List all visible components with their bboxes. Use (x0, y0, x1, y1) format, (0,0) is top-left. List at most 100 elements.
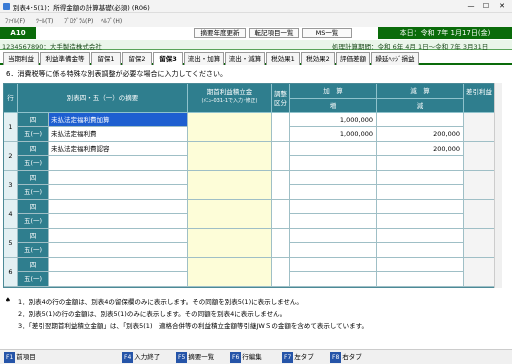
note-3: 3．「差引翌期首利益積立金額」は、「別表5(1) 適格合併等の利益積立金額等引継… (18, 322, 368, 330)
row-sub-amount[interactable] (377, 185, 464, 200)
row-desc-input[interactable]: 未払法定福利費加算 (49, 113, 188, 127)
row-sub-amount[interactable] (377, 113, 464, 127)
tab-current-profit[interactable]: 当期利益 (3, 52, 39, 65)
row-balance (464, 200, 495, 229)
row-add-amount[interactable] (290, 214, 377, 229)
row-balance (464, 229, 495, 258)
menu-help[interactable]: ﾍﾙﾌﾟ(H) (101, 16, 122, 25)
row-desc-input[interactable] (49, 185, 188, 200)
function-key-bar: F1 前項目 F4 入力終了 F5 摘要一覧 F6 行編集 F7 左タブ F8 右タブ (0, 349, 512, 364)
row-add-amount[interactable] (290, 171, 377, 185)
menu-file[interactable]: ﾌｧｲﾙ(F) (5, 16, 25, 25)
header-add-sub: 増 (290, 99, 377, 113)
row-sub-amount[interactable]: 200,000 (377, 127, 464, 142)
vertical-scrollbar[interactable] (494, 83, 502, 288)
row-add-amount[interactable] (290, 142, 377, 156)
row-adjust-class[interactable] (272, 113, 290, 142)
notes-area: ♠ 1．別表4の行の金額は、別表4の留保欄のみに表示します。その同額を別表5(1… (0, 292, 512, 341)
header-adjust: 調整区分 (272, 84, 290, 113)
row-desc-input[interactable] (49, 258, 188, 272)
row-desc-input[interactable] (49, 214, 188, 229)
row-adjust-class[interactable] (272, 258, 290, 287)
title-bar: 別表4･5(1)：所得金額の計算基礎(必須) (R06) — ☐ ✕ (0, 0, 512, 13)
row-add-amount[interactable]: 1,000,000 (290, 113, 377, 127)
row-type-4: 四 (18, 142, 49, 156)
row-early-balance[interactable] (188, 171, 272, 200)
row-early-balance[interactable] (188, 113, 272, 142)
row-add-amount[interactable] (290, 156, 377, 171)
row-desc-input[interactable]: 未払法定福利費 (49, 127, 188, 142)
maximize-button[interactable]: ☐ (479, 1, 493, 12)
row-sub-amount[interactable] (377, 200, 464, 214)
row-type-4: 四 (18, 229, 49, 243)
tab-outflow-add[interactable]: 流出・加算 (184, 52, 224, 65)
row-number: 5 (4, 229, 18, 258)
tab-tax-effect-2[interactable]: 税効果2 (301, 52, 335, 65)
row-sub-amount[interactable] (377, 258, 464, 272)
window-title: 別表4･5(1)：所得金額の計算基礎(必須) (R06) (13, 4, 150, 12)
row-desc-input[interactable] (49, 229, 188, 243)
tab-outflow-sub[interactable]: 流出・減算 (225, 52, 265, 65)
row-number: 6 (4, 258, 18, 287)
menu-tools[interactable]: ﾂｰﾙ(T) (36, 16, 53, 25)
minimize-button[interactable]: — (464, 1, 478, 12)
row-add-amount[interactable]: 1,000,000 (290, 127, 377, 142)
row-add-amount[interactable] (290, 200, 377, 214)
row-sub-amount[interactable] (377, 229, 464, 243)
row-early-balance[interactable] (188, 229, 272, 258)
row-adjust-class[interactable] (272, 171, 290, 200)
row-add-amount[interactable] (290, 258, 377, 272)
f1-prev-item-button[interactable]: F1 前項目 (4, 352, 36, 363)
row-sub-amount[interactable] (377, 171, 464, 185)
row-sub-amount[interactable]: 200,000 (377, 142, 464, 156)
tab-retained-2[interactable]: 留保2 (122, 52, 152, 65)
note-2: 2．別表5(1)の行の金額は、別表5(1)のみに表示します。その同額を別表4に表… (18, 310, 287, 318)
row-balance (464, 258, 495, 287)
row-adjust-class[interactable] (272, 200, 290, 229)
tab-tax-effect-1[interactable]: 税効果1 (266, 52, 300, 65)
tab-retained-3[interactable]: 留保3 (153, 52, 183, 65)
program-code: A10 (0, 27, 36, 39)
row-type-4: 四 (18, 171, 49, 185)
row-number: 2 (4, 142, 18, 171)
app-icon (3, 3, 10, 10)
tab-valuation-diff[interactable]: 評価差額 (336, 52, 370, 65)
condition-text: 6．消費税等に係る特殊な別表調整が必要な場合に入力してください。 (6, 70, 228, 78)
row-type-4: 四 (18, 200, 49, 214)
row-sub-amount[interactable] (377, 156, 464, 171)
row-add-amount[interactable] (290, 185, 377, 200)
f4-finish-button[interactable]: F4 入力終了 (122, 352, 160, 363)
f6-row-edit-button[interactable]: F6 行編集 (230, 352, 262, 363)
tab-legal-reserve[interactable]: 利益準備金等 (40, 52, 90, 65)
row-sub-amount[interactable] (377, 272, 464, 287)
f7-left-tab-button[interactable]: F7 左タブ (282, 352, 314, 363)
company-name: 1234567890：大手製造株式会社 (2, 43, 102, 51)
update-year-button[interactable]: 摘要年度更新 (194, 28, 246, 38)
row-desc-input[interactable] (49, 272, 188, 287)
f5-summary-list-button[interactable]: F5 摘要一覧 (176, 352, 214, 363)
tab-retained-1[interactable]: 留保1 (91, 52, 121, 65)
row-early-balance[interactable] (188, 258, 272, 287)
row-adjust-class[interactable] (272, 142, 290, 171)
close-button[interactable]: ✕ (495, 1, 509, 12)
row-type-5: 五(一) (18, 272, 49, 287)
row-desc-input[interactable] (49, 156, 188, 171)
row-number: 1 (4, 113, 18, 142)
f8-right-tab-button[interactable]: F8 右タブ (330, 352, 362, 363)
row-desc-input[interactable] (49, 200, 188, 214)
row-desc-input[interactable] (49, 171, 188, 185)
row-add-amount[interactable] (290, 229, 377, 243)
row-early-balance[interactable] (188, 142, 272, 171)
tab-deferred-hedge[interactable]: 繰延ﾍｯｼﾞ損益 (371, 52, 419, 65)
row-desc-input[interactable] (49, 243, 188, 258)
row-sub-amount[interactable] (377, 214, 464, 229)
row-sub-amount[interactable] (377, 243, 464, 258)
menu-program[interactable]: ﾌﾟﾛｸﾞﾗﾑ(P) (64, 16, 93, 25)
ms-list-button[interactable]: MS一覧 (302, 28, 352, 38)
row-desc-input[interactable]: 未払法定福利費認容 (49, 142, 188, 156)
row-add-amount[interactable] (290, 272, 377, 287)
row-adjust-class[interactable] (272, 229, 290, 258)
transfer-list-button[interactable]: 転記項目一覧 (249, 28, 299, 38)
row-add-amount[interactable] (290, 243, 377, 258)
row-early-balance[interactable] (188, 200, 272, 229)
